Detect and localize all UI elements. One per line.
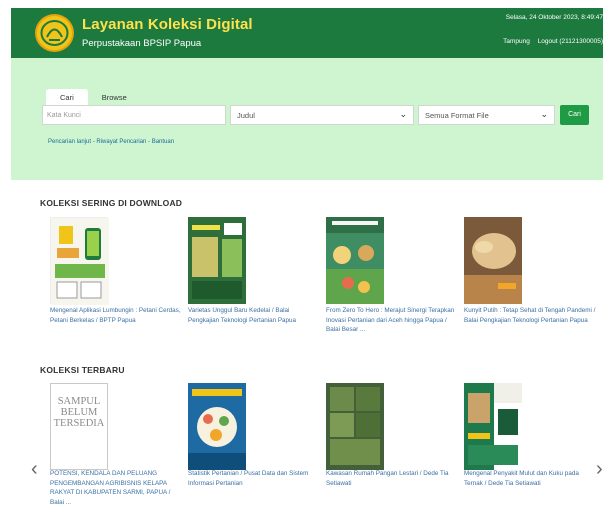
field-select-value: Judul — [237, 111, 255, 120]
book-cover[interactable] — [464, 383, 522, 470]
book-title[interactable]: From Zero To Hero : Merajut Sinergi Tera… — [326, 306, 460, 335]
cover-placeholder-text: SAMPUL BELUM TERSEDIA — [53, 396, 105, 429]
app-subtitle: Perpustakaan BPSIP Papua — [82, 38, 202, 49]
book-cover[interactable] — [188, 217, 246, 304]
book-title[interactable]: Varietas Unggul Baru Kedelai / Balai Pen… — [188, 306, 322, 325]
book-cover[interactable] — [326, 383, 384, 470]
book-cover[interactable] — [50, 217, 109, 305]
search-tabs: Cari Browse — [46, 89, 141, 105]
book-cover[interactable] — [326, 217, 384, 304]
chevron-down-icon: ⌄ — [399, 109, 407, 119]
search-sub-links[interactable]: Pencarian lanjut - Riwayat Pencarian - B… — [48, 139, 174, 145]
tampung-link[interactable]: Tampung — [503, 38, 530, 45]
book-title[interactable]: POTENSI, KENDALA DAN PELUANG PENGEMBANGA… — [50, 469, 184, 507]
search-button[interactable]: Cari — [560, 105, 589, 125]
user-links: Tampung Logout (21121300005) — [497, 38, 603, 45]
carousel-prev-icon[interactable]: ‹ — [31, 458, 38, 481]
book-cover-placeholder[interactable]: SAMPUL BELUM TERSEDIA — [50, 383, 108, 470]
ministry-logo-icon[interactable] — [35, 14, 74, 52]
current-datetime: Selasa, 24 Oktober 2023, 8:49:47 — [505, 14, 603, 21]
search-panel: Cari Browse Kata Kunci Judul ⌄ Semua For… — [11, 58, 603, 180]
book-title[interactable]: Kunyit Putih : Tetap Sehat di Tengah Pan… — [464, 306, 598, 325]
book-title[interactable]: Mengenal Aplikasi Lumbungin : Petani Cer… — [50, 306, 184, 325]
format-select-value: Semua Format File — [425, 111, 489, 120]
field-select[interactable]: Judul ⌄ — [230, 105, 414, 125]
book-cover[interactable] — [464, 217, 522, 304]
book-title[interactable]: Mengenal Penyakit Mulut dan Kuku pada Te… — [464, 469, 598, 488]
carousel-next-icon[interactable]: › — [596, 458, 603, 481]
keyword-input[interactable]: Kata Kunci — [42, 105, 226, 125]
tab-browse[interactable]: Browse — [88, 89, 141, 105]
book-title[interactable]: Kawasan Rumah Pangan Lestari / Dede Tia … — [326, 469, 460, 488]
format-select[interactable]: Semua Format File ⌄ — [418, 105, 555, 125]
section-title-popular: KOLEKSI SERING DI DOWNLOAD — [40, 198, 183, 208]
book-title[interactable]: Statistik Pertanian / Pusat Data dan Sis… — [188, 469, 322, 488]
book-cover[interactable] — [188, 383, 246, 470]
tab-cari[interactable]: Cari — [46, 89, 88, 105]
app-title[interactable]: Layanan Koleksi Digital — [82, 16, 253, 33]
chevron-down-icon: ⌄ — [540, 109, 548, 119]
app-header: Layanan Koleksi Digital Perpustakaan BPS… — [11, 8, 603, 58]
logout-link[interactable]: Logout (21121300005) — [538, 38, 603, 45]
section-title-latest: KOLEKSI TERBARU — [40, 365, 125, 375]
